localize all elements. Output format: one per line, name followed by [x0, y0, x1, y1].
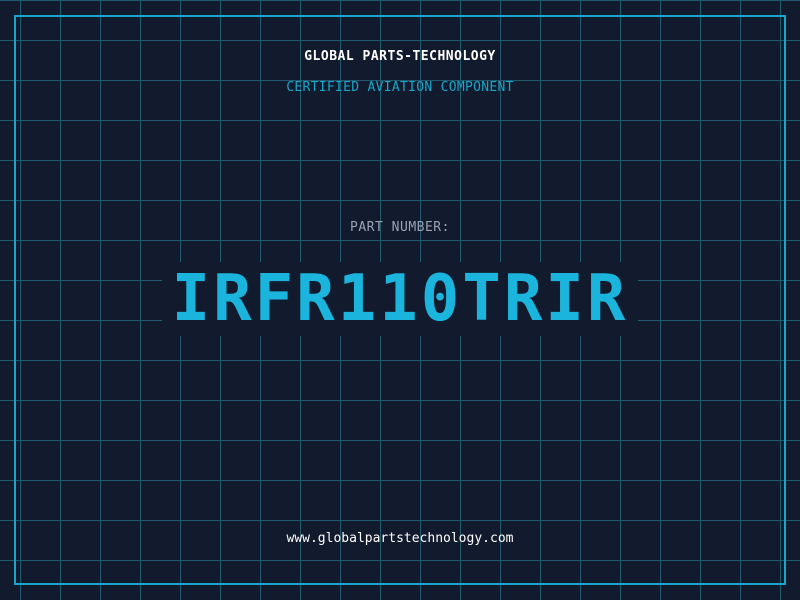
brand-subtitle: CERTIFIED AVIATION COMPONENT	[286, 80, 514, 95]
brand-title: GLOBAL PARTS-TECHNOLOGY	[304, 49, 496, 64]
website-url: www.globalpartstechnology.com	[286, 531, 514, 546]
part-number-container: IRFR110TRIR	[0, 262, 800, 336]
part-number-value: IRFR110TRIR	[161, 262, 639, 336]
part-number-label: PART NUMBER:	[350, 220, 450, 235]
